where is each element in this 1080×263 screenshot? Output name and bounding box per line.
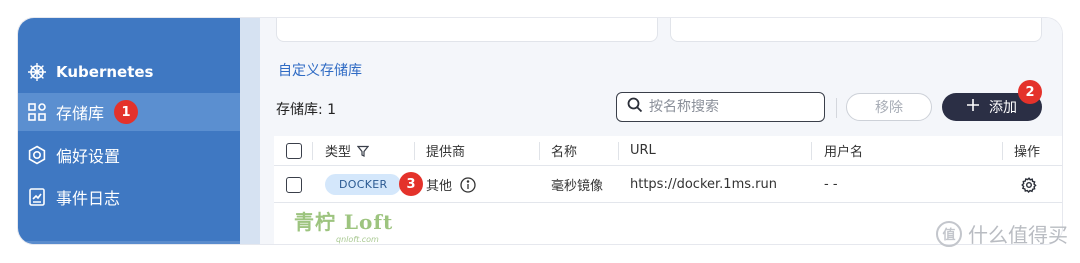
sidebar-item-preferences[interactable]: 偏好设置 bbox=[18, 136, 240, 174]
sidebar: Kubernetes 存储库 1 偏好设置 事件日志 bbox=[18, 18, 240, 244]
plus-icon bbox=[967, 99, 979, 115]
annotation-marker: 2 bbox=[1018, 80, 1042, 104]
column-header-name: 名称 bbox=[551, 145, 578, 160]
column-header-actions: 操作 bbox=[1014, 145, 1041, 160]
sidebar-item-repository[interactable]: 存储库 1 bbox=[18, 93, 240, 131]
url-cell: https://docker.1ms.run bbox=[630, 177, 777, 192]
site-logo-text: 什么值得买 bbox=[968, 223, 1068, 247]
column-header-username: 用户名 bbox=[824, 145, 864, 160]
column-header-provider: 提供商 bbox=[426, 145, 466, 160]
sidebar-divider bbox=[18, 241, 240, 244]
watermark: 青柠 Loft qnloft.com bbox=[294, 210, 394, 244]
type-cell: DOCKER bbox=[325, 167, 402, 202]
remove-button[interactable]: 移除 bbox=[846, 93, 932, 121]
sidebar-item-kubernetes[interactable]: Kubernetes bbox=[18, 53, 240, 91]
site-logo-icon: 值 bbox=[936, 220, 962, 247]
select-all-checkbox[interactable] bbox=[286, 136, 302, 165]
provider-cell: 其他 bbox=[426, 167, 476, 202]
docker-tag: DOCKER bbox=[325, 174, 402, 195]
sidebar-scroll-edge bbox=[240, 18, 260, 244]
kubernetes-helm-icon bbox=[26, 61, 48, 83]
main-content: 自定义存储库 存储库: 1 移除 添加 2 类型 bbox=[260, 18, 1062, 244]
sidebar-item-event-log[interactable]: 事件日志 bbox=[18, 178, 240, 216]
app-window: Kubernetes 存储库 1 偏好设置 事件日志 自定义存储库 存储库: 1… bbox=[18, 18, 1062, 244]
annotation-marker: 3 bbox=[399, 172, 423, 196]
settings-card bbox=[276, 18, 658, 42]
section-title: 自定义存储库 bbox=[278, 63, 362, 79]
settings-gear-icon[interactable] bbox=[1021, 167, 1037, 202]
search-input[interactable] bbox=[616, 92, 825, 122]
sidebar-item-label: 事件日志 bbox=[56, 189, 121, 208]
column-header-type[interactable]: 类型 bbox=[325, 136, 370, 165]
search-icon bbox=[627, 97, 643, 117]
toolbar-divider bbox=[836, 98, 837, 118]
settings-card bbox=[670, 18, 1042, 42]
repository-count: 存储库: 1 bbox=[276, 102, 337, 118]
repository-grid-icon bbox=[26, 101, 48, 123]
filter-icon[interactable] bbox=[357, 145, 370, 157]
row-checkbox[interactable] bbox=[286, 167, 302, 202]
info-icon[interactable] bbox=[460, 176, 476, 193]
name-cell: 毫秒镜像 bbox=[551, 179, 604, 194]
column-header-url: URL bbox=[630, 143, 656, 158]
sidebar-item-label: 偏好设置 bbox=[56, 147, 121, 166]
log-document-icon bbox=[26, 186, 48, 208]
sidebar-item-label: 存储库 bbox=[56, 104, 105, 123]
site-logo: 值 什么值得买 bbox=[936, 219, 1068, 248]
table-row[interactable]: DOCKER 3 其他 毫秒镜像 https://docker.1ms.run … bbox=[274, 167, 1062, 203]
gear-icon bbox=[26, 144, 48, 166]
table-header: 类型 提供商 名称 URL 用户名 操作 bbox=[274, 136, 1062, 166]
search-field[interactable] bbox=[649, 99, 809, 115]
annotation-marker: 1 bbox=[114, 100, 139, 124]
sidebar-item-label: Kubernetes bbox=[56, 63, 154, 81]
username-cell: - - bbox=[824, 177, 838, 192]
add-button-label: 添加 bbox=[989, 100, 1017, 116]
